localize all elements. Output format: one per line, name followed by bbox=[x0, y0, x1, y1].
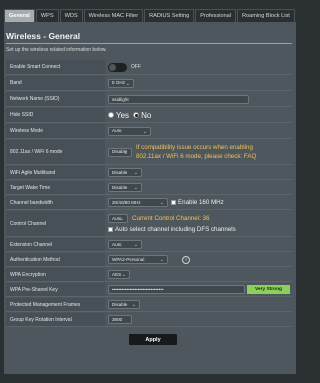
help-icon[interactable]: ? bbox=[182, 255, 190, 264]
current-channel-text: Current Control Channel: 36 bbox=[132, 215, 210, 222]
control-channel-label: Control Channel bbox=[6, 211, 105, 236]
pmf-select[interactable]: Disable ⌄ bbox=[108, 300, 140, 309]
band-label: Band bbox=[6, 76, 105, 90]
pmf-label: Protected Management Frames bbox=[6, 298, 105, 311]
ssid-label: Network Name (SSID) bbox=[6, 92, 105, 106]
smart-connect-toggle[interactable] bbox=[108, 62, 127, 72]
row-pmf: Protected Management Frames Disable ⌄ bbox=[6, 298, 292, 312]
twt-label: Target Wake Time bbox=[6, 181, 105, 194]
password-strength-badge: Very Strong bbox=[247, 285, 290, 294]
title-divider bbox=[6, 43, 292, 44]
control-channel-select[interactable]: Auto ⌄ bbox=[108, 214, 128, 223]
ax-mode-label: 802.11ax / WiFi 6 mode bbox=[6, 140, 105, 164]
band-select[interactable]: 5 GHz ⌄ bbox=[108, 78, 134, 88]
extension-channel-label: Extension Channel bbox=[6, 238, 105, 251]
row-wpa-encryption: WPA Encryption AES ⌄ bbox=[6, 268, 292, 282]
tab-professional[interactable]: Professional bbox=[195, 9, 236, 22]
row-target-wake-time: Target Wake Time Disable ⌄ bbox=[6, 181, 292, 195]
page-subtitle: Set up the wireless related information … bbox=[6, 47, 107, 53]
auth-method-label: Authentication Method bbox=[6, 253, 105, 266]
tab-mac-filter[interactable]: Wireless MAC Filter bbox=[83, 9, 144, 22]
row-auth-method: Authentication Method WPA2-Personal ⌄ ? bbox=[6, 253, 292, 267]
tab-wds[interactable]: WDS bbox=[59, 9, 83, 22]
tab-general[interactable]: General bbox=[4, 9, 35, 22]
row-wireless-mode: Wireless Mode Auto ⌄ bbox=[6, 124, 292, 139]
tab-radius[interactable]: RADIUS Setting bbox=[144, 9, 195, 22]
extension-channel-select[interactable]: Auto ⌄ bbox=[108, 240, 142, 249]
bandwidth-select[interactable]: 20/40/80 MHz ⌄ bbox=[108, 198, 168, 207]
smart-connect-state: OFF bbox=[131, 64, 141, 70]
wireless-mode-select[interactable]: Auto ⌄ bbox=[108, 126, 151, 136]
auth-method-select[interactable]: WPA2-Personal ⌄ bbox=[108, 255, 168, 264]
row-extension-channel: Extension Channel Auto ⌄ bbox=[6, 238, 292, 252]
chevron-down-icon: ⌄ bbox=[133, 185, 138, 191]
group-key-input[interactable]: 3600 bbox=[108, 315, 132, 324]
chevron-down-icon: ⌄ bbox=[123, 149, 128, 156]
faq-link[interactable]: FAQ bbox=[244, 153, 256, 160]
agile-multiband-value: Disable bbox=[112, 169, 128, 175]
chevron-down-icon: ⌄ bbox=[125, 80, 130, 87]
twt-value: Disable bbox=[112, 184, 128, 190]
row-hide-ssid: Hide SSID Yes No bbox=[6, 108, 292, 123]
page-title: Wireless - General bbox=[6, 31, 81, 41]
auth-method-value: WPA2-Personal bbox=[112, 256, 145, 262]
wpa-key-label: WPA Pre-Shared Key bbox=[6, 283, 105, 296]
twt-select[interactable]: Disable ⌄ bbox=[108, 183, 142, 192]
pmf-value: Disable bbox=[112, 301, 128, 307]
ax-note-line2: 802.11ax / WiFi 6 mode, please check: bbox=[136, 153, 243, 160]
dfs-option: Auto select channel including DFS channe… bbox=[108, 226, 236, 233]
row-ax-mode: 802.11ax / WiFi 6 mode Disable ⌄ If comp… bbox=[6, 140, 292, 165]
chevron-down-icon: ⌄ bbox=[119, 216, 124, 222]
row-wpa-key: WPA Pre-Shared Key •••••••••••••••••••••… bbox=[6, 283, 292, 297]
row-control-channel: Control Channel Auto ⌄ Current Control C… bbox=[6, 211, 292, 237]
hide-ssid-no-label: No bbox=[141, 110, 152, 120]
ax-note-line2-wrap: 802.11ax / WiFi 6 mode, please check: FA… bbox=[136, 152, 256, 161]
row-ssid: Network Name (SSID) ssidlight bbox=[6, 92, 292, 107]
hide-ssid-yes-label: Yes bbox=[116, 110, 130, 120]
enable-160-checkbox[interactable] bbox=[171, 200, 176, 205]
row-smart-connect: Enable Smart Connect OFF bbox=[6, 60, 292, 75]
chevron-down-icon: ⌄ bbox=[142, 128, 147, 135]
smart-connect-label: Enable Smart Connect bbox=[6, 60, 105, 74]
wpa-encryption-label: WPA Encryption bbox=[6, 268, 105, 281]
hide-ssid-label: Hide SSID bbox=[6, 108, 105, 122]
chevron-down-icon: ⌄ bbox=[159, 200, 164, 206]
ax-compat-note: If compatibility issue occurs when enabl… bbox=[136, 143, 256, 161]
hide-ssid-yes-radio[interactable] bbox=[108, 112, 114, 118]
wpa-encryption-select[interactable]: AES ⌄ bbox=[108, 270, 130, 279]
chevron-down-icon: ⌄ bbox=[121, 272, 126, 278]
wpa-key-input[interactable]: •••••••••••••••••••••••••••••••• bbox=[108, 285, 245, 294]
tab-wps[interactable]: WPS bbox=[35, 9, 59, 22]
row-group-key: Group Key Rotation Interval 3600 bbox=[6, 313, 292, 327]
agile-multiband-select[interactable]: Disable ⌄ bbox=[108, 168, 142, 177]
bandwidth-value: 20/40/80 MHz bbox=[112, 199, 141, 205]
wpa-encryption-value: AES bbox=[112, 271, 122, 277]
wireless-mode-value: Auto bbox=[112, 128, 122, 133]
bandwidth-label: Channel bandwidth bbox=[6, 196, 105, 209]
wireless-mode-label: Wireless Mode bbox=[6, 124, 105, 138]
tab-roaming-block[interactable]: Roaming Block List bbox=[236, 9, 295, 22]
hide-ssid-no-radio[interactable] bbox=[133, 112, 140, 118]
dfs-label: Auto select channel including DFS channe… bbox=[115, 226, 236, 233]
tab-bar: General WPS WDS Wireless MAC Filter RADI… bbox=[4, 9, 296, 22]
chevron-down-icon: ⌄ bbox=[133, 170, 138, 176]
chevron-down-icon: ⌄ bbox=[159, 257, 164, 263]
row-agile-multiband: WiFi Agile Multiband Disable ⌄ bbox=[6, 166, 292, 180]
enable-160-label: Enable 160 MHz bbox=[178, 199, 224, 206]
row-band: Band 5 GHz ⌄ bbox=[6, 76, 292, 91]
extension-channel-value: Auto bbox=[112, 241, 122, 247]
chevron-down-icon: ⌄ bbox=[133, 242, 138, 248]
band-value: 5 GHz bbox=[112, 80, 126, 85]
ax-note-line1: If compatibility issue occurs when enabl… bbox=[136, 144, 253, 151]
dfs-checkbox[interactable] bbox=[108, 227, 113, 232]
ax-mode-select[interactable]: Disable ⌄ bbox=[108, 147, 132, 157]
group-key-label: Group Key Rotation Interval bbox=[6, 313, 105, 326]
chevron-down-icon: ⌄ bbox=[131, 302, 136, 308]
apply-button[interactable]: Apply bbox=[129, 334, 177, 345]
row-channel-bandwidth: Channel bandwidth 20/40/80 MHz ⌄ Enable … bbox=[6, 196, 292, 210]
ssid-input[interactable]: ssidlight bbox=[108, 94, 249, 104]
agile-multiband-label: WiFi Agile Multiband bbox=[6, 166, 105, 179]
